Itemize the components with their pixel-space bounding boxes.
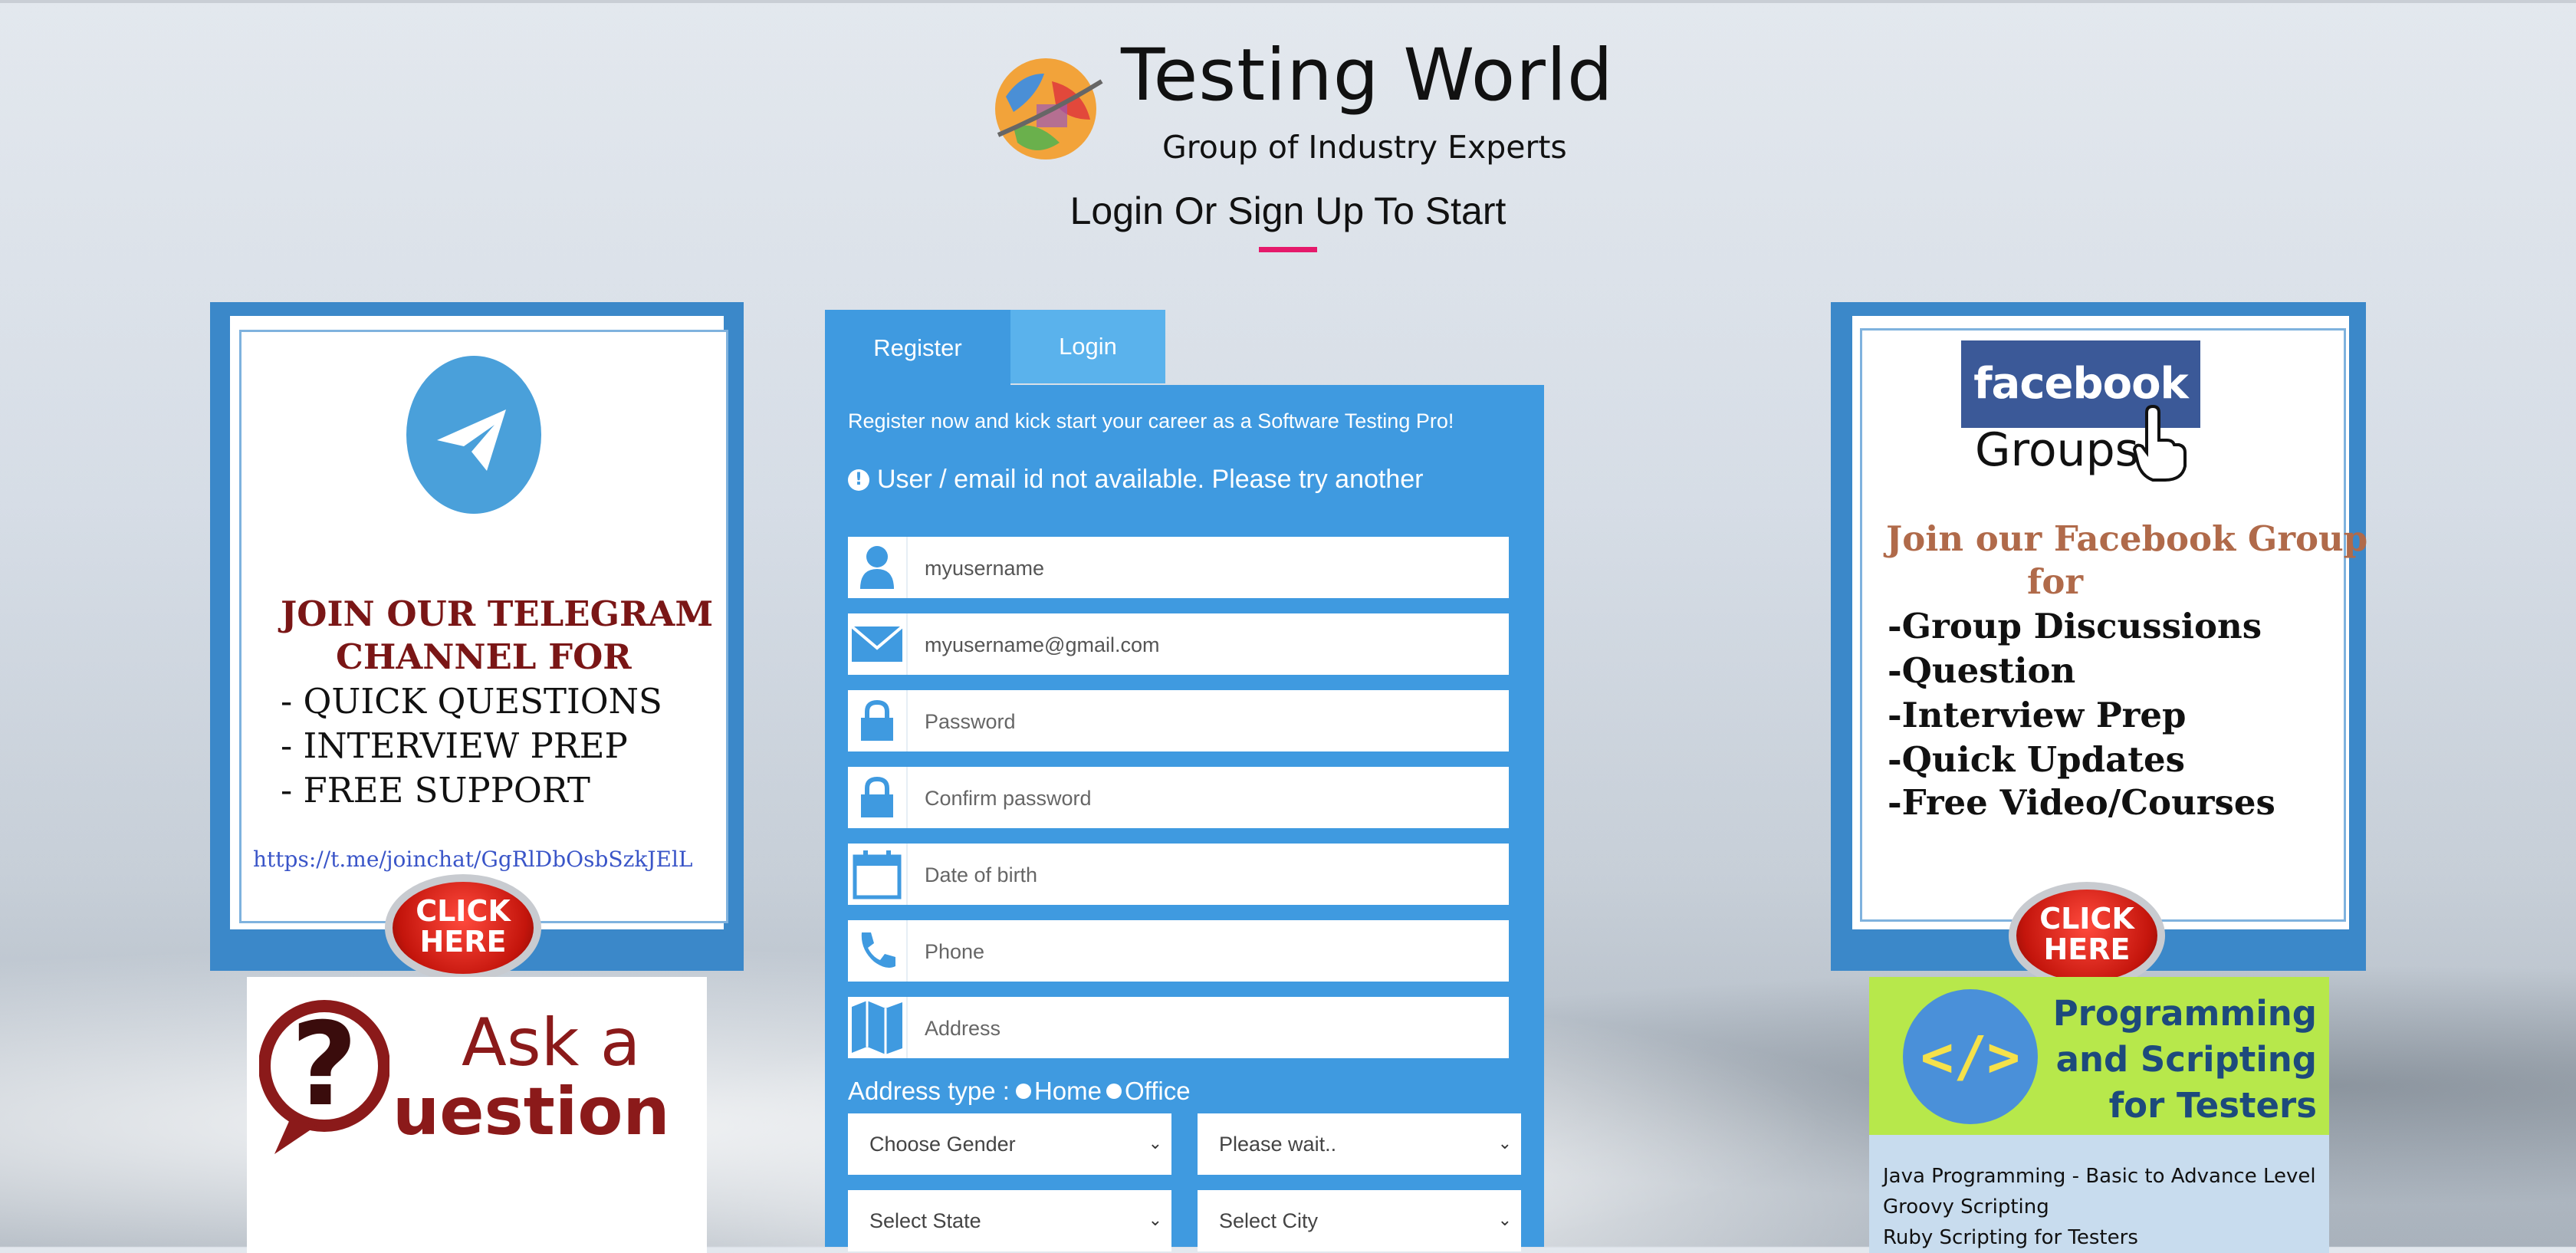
- gender-select-value: Choose Gender: [869, 1132, 1016, 1156]
- phone-field: [848, 920, 1509, 983]
- facebook-heading-2: for: [2027, 561, 2084, 602]
- programming-list-item: Groovy Scripting: [1883, 1195, 2049, 1218]
- city-select[interactable]: Select City ⌄: [1198, 1190, 1521, 1251]
- facebook-item: -Group Discussions: [1888, 606, 2262, 646]
- state-select-value: Select State: [869, 1209, 981, 1232]
- confirm-password-input[interactable]: [923, 767, 1493, 830]
- calendar-icon: [848, 844, 908, 905]
- ask-line-1: Ask a: [462, 1005, 641, 1081]
- facebook-item: -Quick Updates: [1888, 739, 2186, 780]
- brand-subtitle: Group of Industry Experts: [1162, 129, 1567, 166]
- top-border: [0, 0, 2576, 3]
- country-select-value: Please wait..: [1219, 1132, 1337, 1156]
- chevron-down-icon: ⌄: [1497, 1133, 1512, 1153]
- address-field: [848, 997, 1509, 1060]
- confirm-password-field: [848, 767, 1509, 830]
- facebook-click-here-button[interactable]: CLICK HERE: [2009, 882, 2165, 989]
- chevron-down-icon: ⌄: [1497, 1210, 1512, 1229]
- programming-title: Programming and Scripting for Testers: [2052, 993, 2317, 1126]
- lock-icon: [848, 690, 908, 751]
- page-title: Login Or Sign Up To Start: [1070, 189, 1506, 232]
- programming-list-item: Java Programming - Basic to Advance Leve…: [1883, 1165, 2316, 1188]
- telegram-item: - INTERVIEW PREP: [281, 725, 628, 766]
- password-input[interactable]: [923, 690, 1493, 753]
- state-select[interactable]: Select State ⌄: [848, 1190, 1171, 1251]
- hand-pointer-icon: [2132, 405, 2187, 482]
- country-select[interactable]: Please wait.. ⌄: [1198, 1113, 1521, 1175]
- ask-question-banner[interactable]: ? Ask a uestion: [247, 977, 707, 1253]
- city-select-value: Select City: [1219, 1209, 1319, 1232]
- heading-underline: [1259, 247, 1317, 252]
- map-icon: [848, 997, 908, 1058]
- programming-list: Java Programming - Basic to Advance Leve…: [1883, 1161, 2316, 1253]
- globe-logo-icon: [995, 58, 1103, 160]
- facebook-item: -Interview Prep: [1888, 695, 2187, 735]
- username-field: [848, 537, 1509, 600]
- telegram-item: - QUICK QUESTIONS: [281, 681, 662, 722]
- code-icon: </>: [1903, 989, 2038, 1124]
- facebook-item: -Question: [1888, 650, 2076, 691]
- alert-icon: !: [848, 469, 869, 491]
- error-text: User / email id not available. Please tr…: [877, 465, 1424, 494]
- user-icon: [848, 537, 908, 598]
- address-type-label: Address type :: [848, 1077, 1010, 1105]
- email-input[interactable]: [923, 613, 1493, 676]
- dob-input[interactable]: [923, 844, 1493, 906]
- password-field: [848, 690, 1509, 753]
- phone-icon: [848, 920, 908, 982]
- phone-input[interactable]: [923, 920, 1493, 983]
- home-radio[interactable]: [1015, 1084, 1031, 1099]
- dob-field: [848, 844, 1509, 906]
- tab-login[interactable]: Login: [1010, 310, 1165, 383]
- telegram-item: - FREE SUPPORT: [281, 770, 590, 811]
- error-message: ! User / email id not available. Please …: [848, 465, 1423, 495]
- address-type-group: Address type : Home Office: [848, 1077, 1191, 1106]
- telegram-click-here-button[interactable]: CLICK HERE: [385, 874, 541, 982]
- svg-text:?: ?: [291, 998, 357, 1132]
- ask-line-2: uestion: [393, 1074, 670, 1150]
- telegram-link[interactable]: https://t.me/joinchat/GgRlDbOsbSzkJElL: [253, 847, 693, 872]
- facebook-heading-1: Join our Facebook Group: [1886, 518, 2368, 559]
- facebook-item: -Free Video/Courses: [1888, 782, 2275, 823]
- office-radio[interactable]: [1106, 1084, 1122, 1099]
- chevron-down-icon: ⌄: [1148, 1133, 1162, 1153]
- gender-select[interactable]: Choose Gender ⌄: [848, 1113, 1171, 1175]
- facebook-groups-label: Groups: [1975, 423, 2139, 477]
- tab-register[interactable]: Register: [825, 310, 1010, 386]
- register-intro-text: Register now and kick start your career …: [848, 409, 1454, 432]
- envelope-icon: [848, 613, 908, 675]
- programming-list-item: Ruby Scripting for Testers: [1883, 1226, 2138, 1249]
- question-mark-icon: ?: [259, 998, 389, 1154]
- office-radio-label[interactable]: Office: [1125, 1077, 1191, 1106]
- lock-icon: [848, 767, 908, 828]
- address-input[interactable]: [923, 997, 1493, 1060]
- email-field: [848, 613, 1509, 676]
- chevron-down-icon: ⌄: [1148, 1210, 1162, 1229]
- home-radio-label[interactable]: Home: [1034, 1077, 1102, 1106]
- username-input[interactable]: [923, 537, 1493, 600]
- telegram-icon: [406, 356, 541, 514]
- brand-title: Testing World: [1121, 34, 1614, 117]
- telegram-heading-2: CHANNEL FOR: [336, 636, 632, 677]
- telegram-heading-1: JOIN OUR TELEGRAM: [281, 594, 714, 634]
